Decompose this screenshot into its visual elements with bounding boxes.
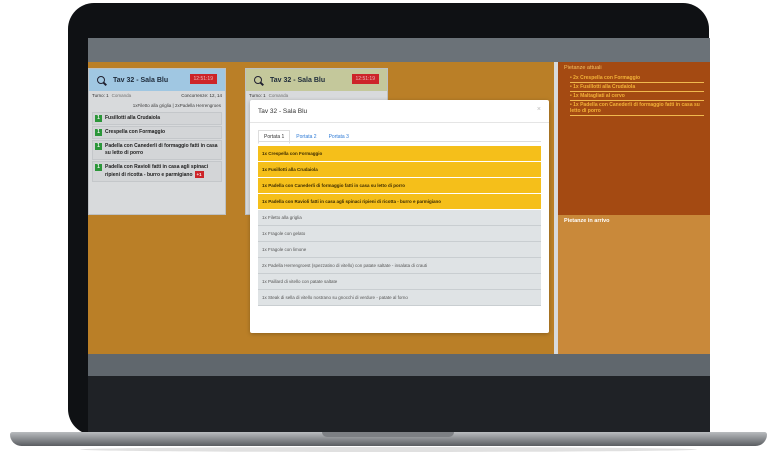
current-dishes-panel: Pietanze attuali 2x Crespella con Formag… [558, 62, 710, 215]
bottom-bar [88, 354, 710, 376]
laptop-screen: Tav 32 - Sala Blu 12:51:19 Turno: 1 Coman… [88, 38, 710, 434]
modal-divider [250, 122, 549, 123]
current-dishes-title: Pietanze attuali [564, 65, 602, 71]
kitchen-app: Tav 32 - Sala Blu 12:51:19 Turno: 1 Coman… [88, 62, 710, 354]
dish-row[interactable]: 1x Padella con Canederli di formaggio fa… [258, 178, 541, 194]
tabs-underline [258, 141, 541, 142]
list-item[interactable]: 2x Crespella con Formaggio [570, 74, 704, 83]
modal-title: Tav 32 - Sala Blu [258, 108, 308, 115]
top-bar [88, 38, 710, 62]
dish-row[interactable]: 2x Padella Herrengroest (spezzatino di v… [258, 258, 541, 274]
dish-row[interactable]: 1x Filetto alla griglia [258, 210, 541, 226]
incoming-dishes-panel: Pietanze in arrivo [558, 215, 710, 354]
dish-row[interactable]: 1x Fragole con limone [258, 242, 541, 258]
incoming-dishes-title: Pietanze in arrivo [564, 218, 610, 224]
list-item[interactable]: 1x Maltagliati al cervo [570, 92, 704, 101]
order-modal: Tav 32 - Sala Blu × Portata 1 Portata 2 … [250, 100, 549, 333]
dish-row[interactable]: 1x Steak di sella di vitello nostrano su… [258, 290, 541, 306]
dish-row[interactable]: 1x Paillard di vitello con patate saltat… [258, 274, 541, 290]
screen-bezel-bottom [88, 376, 710, 434]
dish-row[interactable]: 1x Fusillotti alla Crudaiola [258, 162, 541, 178]
laptop-shadow [80, 447, 697, 452]
dish-row[interactable]: 1x Padella con Ravioli fatti in casa agl… [258, 194, 541, 210]
current-dishes-list: 2x Crespella con Formaggio 1x Fusillotti… [564, 74, 704, 116]
laptop-notch [322, 432, 454, 437]
laptop-mockup: Tav 32 - Sala Blu 12:51:19 Turno: 1 Coman… [0, 0, 777, 454]
list-item[interactable]: 1x Padella con Canederli di formaggio fa… [570, 101, 704, 116]
course-dish-list: 1x Crespella con Formaggio 1x Fusillotti… [258, 146, 541, 306]
close-icon[interactable]: × [537, 106, 541, 113]
dish-row[interactable]: 1x Crespella con Formaggio [258, 146, 541, 162]
list-item[interactable]: 1x Fusillotti alla Crudaiola [570, 83, 704, 92]
dish-row[interactable]: 1x Fragole con gelato [258, 226, 541, 242]
